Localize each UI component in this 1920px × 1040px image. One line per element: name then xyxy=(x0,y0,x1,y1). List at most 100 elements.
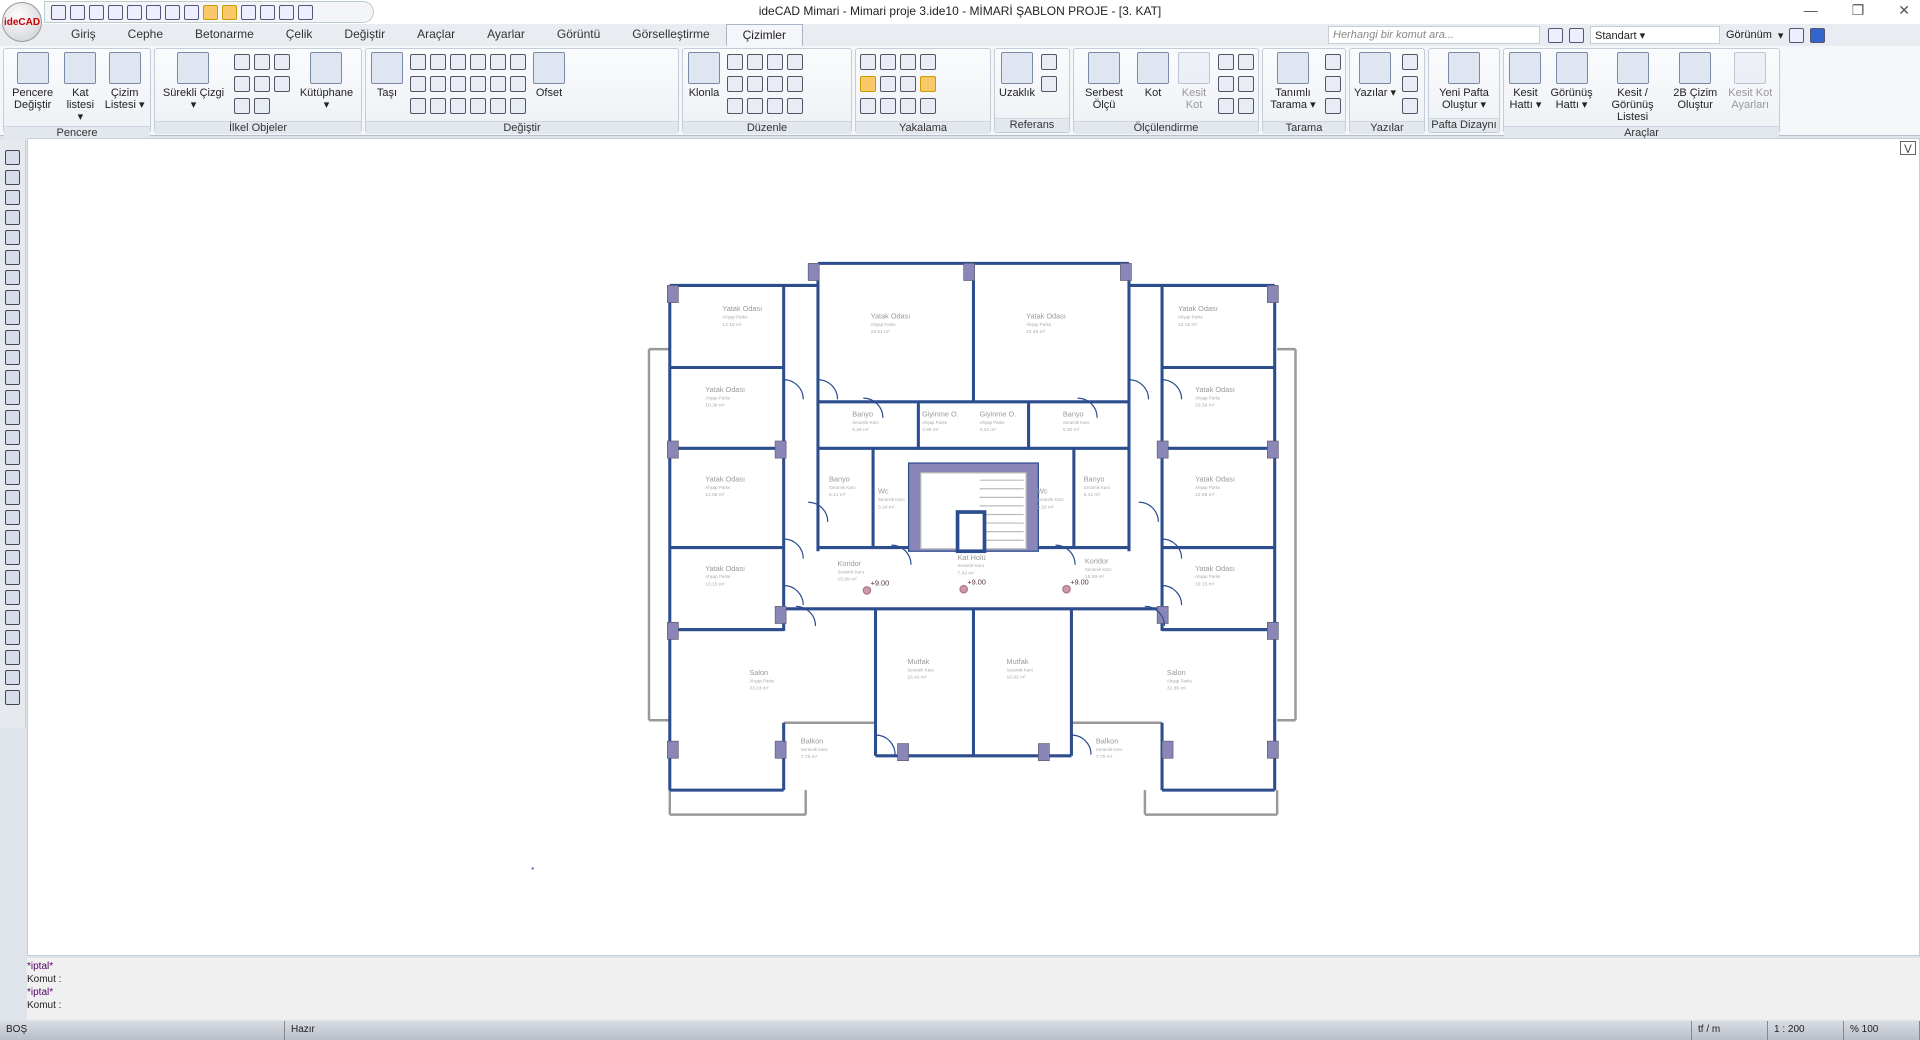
tool-icon[interactable] xyxy=(510,54,526,70)
left-tool-icon[interactable] xyxy=(5,230,20,245)
ribbon-button[interactable]: Kütüphane ▾ xyxy=(296,52,357,111)
tool-icon[interactable] xyxy=(787,76,803,92)
tool-icon[interactable] xyxy=(860,98,876,114)
tool-icon[interactable] xyxy=(880,54,896,70)
tab-2[interactable]: Betonarme xyxy=(179,24,270,46)
tool-icon[interactable] xyxy=(233,76,250,92)
ribbon-button[interactable]: Yazılar ▾ xyxy=(1354,52,1396,99)
tool-icon[interactable] xyxy=(900,98,916,114)
tab-4[interactable]: Değiştir xyxy=(328,24,401,46)
tool-icon[interactable] xyxy=(1402,98,1418,114)
tool-icon[interactable] xyxy=(1238,54,1254,70)
left-tool-icon[interactable] xyxy=(5,290,20,305)
tool-icon[interactable] xyxy=(490,76,506,92)
ribbon-button[interactable]: Kesit Kot xyxy=(1176,52,1212,111)
left-tool-icon[interactable] xyxy=(5,570,20,585)
tool-icon[interactable] xyxy=(880,76,896,92)
tool-icon[interactable] xyxy=(273,76,290,92)
left-tool-icon[interactable] xyxy=(5,650,20,665)
style-select[interactable]: Standart ▾ xyxy=(1590,26,1720,44)
status-units[interactable]: tf / m xyxy=(1692,1021,1768,1040)
layer-icon[interactable] xyxy=(1548,27,1563,43)
ribbon-button[interactable]: Kesit Hattı ▾ xyxy=(1508,52,1543,111)
ribbon-button[interactable]: Pencere Değiştir xyxy=(8,52,57,111)
tool-icon[interactable] xyxy=(450,54,466,70)
ribbon-button[interactable]: Yeni Pafta Oluştur ▾ xyxy=(1433,52,1495,111)
tool-icon[interactable] xyxy=(747,76,763,92)
tool-icon[interactable] xyxy=(1218,54,1234,70)
tool-icon[interactable] xyxy=(1238,76,1254,92)
tool-icon[interactable] xyxy=(1218,98,1234,114)
left-tool-icon[interactable] xyxy=(5,170,20,185)
close-button[interactable]: ✕ xyxy=(1898,2,1910,19)
tool-icon[interactable] xyxy=(920,54,936,70)
tab-3[interactable]: Çelik xyxy=(270,24,329,46)
left-tool-icon[interactable] xyxy=(5,530,20,545)
tool-icon[interactable] xyxy=(430,76,446,92)
tool-icon[interactable] xyxy=(900,76,916,92)
layers-icon[interactable] xyxy=(1569,27,1584,43)
ribbon-button[interactable]: Görünüş Hattı ▾ xyxy=(1549,52,1594,111)
tool-icon[interactable] xyxy=(767,76,783,92)
settings-icon[interactable] xyxy=(1789,27,1805,43)
left-tool-icon[interactable] xyxy=(5,190,20,205)
tool-icon[interactable] xyxy=(273,54,290,70)
tool-icon[interactable] xyxy=(510,76,526,92)
tool-icon[interactable] xyxy=(727,98,743,114)
left-tool-icon[interactable] xyxy=(5,510,20,525)
ribbon-button[interactable]: Serbest Ölçü xyxy=(1078,52,1130,111)
tool-icon[interactable] xyxy=(1238,98,1254,114)
ribbon-button[interactable]: Uzaklık xyxy=(999,52,1035,99)
tool-icon[interactable] xyxy=(470,54,486,70)
tool-icon[interactable] xyxy=(1402,54,1418,70)
tool-icon[interactable] xyxy=(900,54,916,70)
ribbon-button[interactable]: 2B Çizim Oluştur xyxy=(1671,52,1720,111)
tool-icon[interactable] xyxy=(1325,54,1341,70)
tool-icon[interactable] xyxy=(880,98,896,114)
tab-6[interactable]: Ayarlar xyxy=(471,24,541,46)
tool-icon[interactable] xyxy=(410,98,426,114)
tool-icon[interactable] xyxy=(410,54,426,70)
ribbon-button[interactable]: Taşı xyxy=(370,52,404,99)
tab-8[interactable]: Görselleştirme xyxy=(616,24,725,46)
status-zoom[interactable]: % 100 xyxy=(1844,1021,1920,1040)
tool-icon[interactable] xyxy=(1325,98,1341,114)
left-tool-icon[interactable] xyxy=(5,350,20,365)
tool-icon[interactable] xyxy=(787,98,803,114)
tool-icon[interactable] xyxy=(430,98,446,114)
left-tool-icon[interactable] xyxy=(5,450,20,465)
maximize-button[interactable]: ❐ xyxy=(1852,2,1865,19)
tool-icon[interactable] xyxy=(747,54,763,70)
tool-icon[interactable] xyxy=(747,98,763,114)
ribbon-button[interactable]: Çizim Listesi ▾ xyxy=(103,52,146,111)
left-tool-icon[interactable] xyxy=(5,470,20,485)
left-tool-icon[interactable] xyxy=(5,370,20,385)
tool-icon[interactable] xyxy=(727,76,743,92)
tool-icon[interactable] xyxy=(253,54,270,70)
left-tool-icon[interactable] xyxy=(5,330,20,345)
ribbon-button[interactable]: Klonla xyxy=(687,52,721,99)
tool-icon[interactable] xyxy=(920,76,936,92)
status-scale[interactable]: 1 : 200 xyxy=(1768,1021,1844,1040)
tool-icon[interactable] xyxy=(1041,54,1058,70)
tool-icon[interactable] xyxy=(727,54,743,70)
left-tool-icon[interactable] xyxy=(5,610,20,625)
command-window[interactable]: *iptal* Komut : *iptal* Komut : xyxy=(27,958,1920,1020)
help-icon[interactable] xyxy=(1810,27,1826,43)
left-tool-icon[interactable] xyxy=(5,590,20,605)
tab-1[interactable]: Cephe xyxy=(112,24,179,46)
tab-9[interactable]: Çizimler xyxy=(725,24,803,46)
tool-icon[interactable] xyxy=(233,54,250,70)
tool-icon[interactable] xyxy=(767,54,783,70)
tool-icon[interactable] xyxy=(450,98,466,114)
tool-icon[interactable] xyxy=(490,98,506,114)
tool-icon[interactable] xyxy=(233,98,250,114)
tab-0[interactable]: Giriş xyxy=(55,24,112,46)
left-tool-icon[interactable] xyxy=(5,390,20,405)
ribbon-button[interactable]: Ofset xyxy=(532,52,566,99)
minimize-button[interactable]: — xyxy=(1804,2,1818,19)
tool-icon[interactable] xyxy=(470,76,486,92)
tool-icon[interactable] xyxy=(1041,76,1058,92)
tool-icon[interactable] xyxy=(450,76,466,92)
left-tool-icon[interactable] xyxy=(5,270,20,285)
